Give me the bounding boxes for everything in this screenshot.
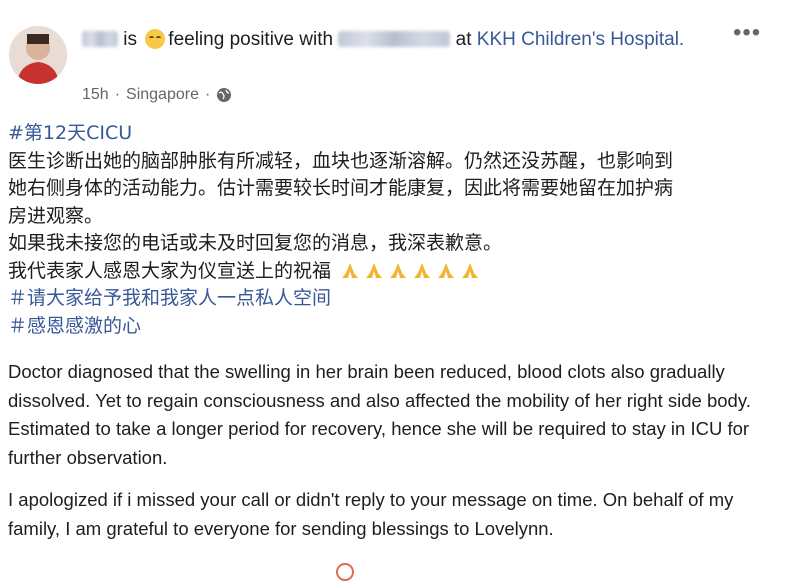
post-place[interactable]: Singapore	[126, 86, 199, 104]
hashtag-privacy[interactable]: ＃请大家给予我和我家人一点私人空间	[8, 285, 778, 313]
folded-hands-icon	[438, 262, 455, 278]
meta-separator-2: ·	[204, 86, 211, 103]
hashtag-day12[interactable]: #第12天CICU	[8, 120, 778, 148]
author-name-blurred[interactable]	[82, 31, 118, 47]
folded-hands-icons	[331, 260, 481, 282]
meta-separator: ·	[114, 86, 121, 103]
post-time[interactable]: 15h	[82, 86, 109, 104]
english-text: Doctor diagnosed that the swelling in he…	[8, 358, 778, 543]
post-meta: 15h · Singapore ·	[82, 86, 232, 104]
folded-hands-icon	[342, 262, 359, 278]
tagged-friend-blurred[interactable]	[338, 31, 451, 47]
folded-hands-icon	[414, 262, 431, 278]
zh-blessings-line: 我代表家人感恩大家为仪宣送上的祝福	[8, 258, 778, 286]
smiling-face-icon	[145, 29, 166, 49]
globe-icon[interactable]	[216, 87, 232, 103]
folded-hands-icon	[462, 262, 479, 278]
facebook-post: is feeling positive with at KKH Children…	[0, 0, 796, 581]
post-header: is feeling positive with at KKH Children…	[82, 26, 722, 54]
feeling-text: feeling positive with	[168, 29, 334, 50]
zh-line: 她右侧身体的活动能力。估计需要较长时间才能康复，因此将需要她留在加护病	[8, 177, 674, 199]
chinese-text: #第12天CICU 医生诊断出她的脑部肿胀有所减轻，血块也逐渐溶解。仍然还没苏醒…	[8, 120, 778, 340]
header-is-text: is	[123, 29, 138, 50]
hashtag-gratitude[interactable]: ＃感恩感激的心	[8, 313, 778, 341]
header-at-text: at	[455, 29, 472, 50]
partial-icon	[336, 563, 354, 581]
en-paragraph-2: I apologized if i missed your call or di…	[8, 489, 734, 539]
folded-hands-icon	[366, 262, 383, 278]
avatar-photo	[9, 26, 67, 84]
folded-hands-icon	[390, 262, 407, 278]
zh-line: 如果我未接您的电话或未及时回复您的消息，我深表歉意。	[8, 232, 503, 254]
more-options-button[interactable]: •••	[733, 21, 761, 45]
zh-line: 房进观察。	[8, 204, 104, 227]
zh-line: 我代表家人感恩大家为仪宣送上的祝福	[8, 259, 332, 282]
location-link[interactable]: KKH Children's Hospital.	[477, 29, 684, 50]
en-paragraph-1: Doctor diagnosed that the swelling in he…	[8, 361, 751, 468]
avatar[interactable]	[9, 26, 67, 84]
post-body: #第12天CICU 医生诊断出她的脑部肿胀有所减轻，血块也逐渐溶解。仍然还没苏醒…	[8, 120, 778, 557]
zh-line: 医生诊断出她的脑部肿胀有所减轻，血块也逐渐溶解。仍然还没苏醒，也影响到	[8, 149, 674, 172]
